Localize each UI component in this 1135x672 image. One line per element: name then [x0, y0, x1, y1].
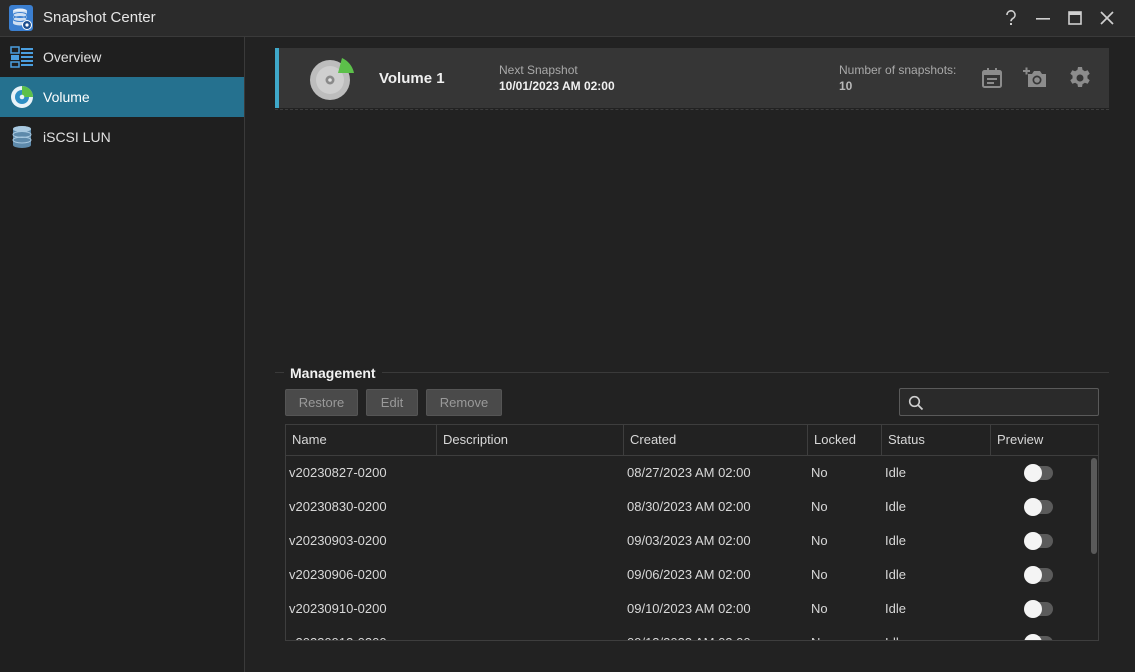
database-icon: [10, 125, 34, 149]
gear-icon: [1070, 67, 1090, 87]
preview-toggle[interactable]: [1024, 600, 1053, 618]
table-row[interactable]: v20230913-0200 09/13/2023 AM 02:00 No Id…: [286, 626, 1086, 640]
close-icon: [1100, 11, 1114, 25]
cell-status: Idle: [885, 499, 906, 514]
cell-status: Idle: [885, 533, 906, 548]
next-snapshot-value: 10/01/2023 AM 02:00: [499, 79, 615, 93]
column-header-status[interactable]: Status: [882, 425, 991, 455]
restore-button[interactable]: Restore: [285, 389, 358, 416]
disk-usage-icon: [309, 56, 355, 102]
card-separator: [275, 109, 1109, 110]
search-box[interactable]: [899, 388, 1099, 416]
preview-toggle[interactable]: [1024, 464, 1053, 482]
column-header-locked[interactable]: Locked: [808, 425, 882, 455]
column-header-description[interactable]: Description: [437, 425, 624, 455]
cell-locked: No: [811, 626, 828, 640]
minimize-button[interactable]: [1030, 6, 1056, 30]
preview-toggle[interactable]: [1024, 498, 1053, 516]
table-row[interactable]: v20230830-0200 08/30/2023 AM 02:00 No Id…: [286, 490, 1086, 524]
cell-created: 09/13/2023 AM 02:00: [627, 626, 751, 640]
sidebar-item-label: Overview: [43, 49, 102, 65]
cell-created: 09/03/2023 AM 02:00: [627, 533, 751, 548]
remove-button[interactable]: Remove: [426, 389, 502, 416]
cell-name: v20230913-0200: [289, 626, 387, 640]
search-icon: [908, 395, 924, 411]
take-snapshot-button[interactable]: [1023, 65, 1049, 91]
cell-created: 08/30/2023 AM 02:00: [627, 499, 751, 514]
table-row[interactable]: v20230827-0200 08/27/2023 AM 02:00 No Id…: [286, 456, 1086, 490]
cell-status: Idle: [885, 601, 906, 616]
help-button[interactable]: [998, 6, 1024, 30]
schedule-button[interactable]: [979, 65, 1005, 91]
calendar-icon: [982, 68, 1002, 88]
management-title: Management: [284, 365, 382, 381]
sidebar: Overview Volume iSCSI LUN: [0, 37, 245, 672]
title-bar: Snapshot Center: [0, 0, 1135, 37]
table-scrollbar[interactable]: [1089, 456, 1098, 640]
edit-button[interactable]: Edit: [366, 389, 418, 416]
cell-locked: No: [811, 499, 828, 514]
app-database-icon: [9, 5, 33, 31]
table-row[interactable]: v20230903-0200 09/03/2023 AM 02:00 No Id…: [286, 524, 1086, 558]
sidebar-item-volume[interactable]: Volume: [0, 77, 244, 117]
column-header-preview[interactable]: Preview: [991, 425, 1098, 455]
preview-toggle[interactable]: [1024, 532, 1053, 550]
settings-button[interactable]: [1067, 65, 1093, 91]
management-divider: [275, 372, 1109, 373]
sidebar-item-label: Volume: [43, 89, 90, 105]
app-title: Snapshot Center: [43, 9, 156, 26]
cell-status: Idle: [885, 567, 906, 582]
close-button[interactable]: [1094, 6, 1120, 30]
sidebar-item-overview[interactable]: Overview: [0, 37, 244, 77]
maximize-icon: [1068, 11, 1082, 25]
sidebar-item-iscsi-lun[interactable]: iSCSI LUN: [0, 117, 244, 157]
table-row[interactable]: v20230906-0200 09/06/2023 AM 02:00 No Id…: [286, 558, 1086, 592]
cell-created: 08/27/2023 AM 02:00: [627, 465, 751, 480]
next-snapshot-label: Next Snapshot: [499, 63, 578, 77]
column-header-created[interactable]: Created: [624, 425, 808, 455]
snapshot-table: Name Description Created Locked Status P…: [285, 424, 1099, 641]
cell-status: Idle: [885, 626, 906, 640]
table-header: Name Description Created Locked Status P…: [286, 425, 1098, 456]
cell-locked: No: [811, 567, 828, 582]
volume-icon: [10, 85, 34, 109]
sidebar-item-label: iSCSI LUN: [43, 129, 111, 145]
overview-icon: [10, 45, 34, 69]
snapshot-count-label: Number of snapshots:: [839, 63, 957, 77]
volume-card[interactable]: Volume 1 Next Snapshot 10/01/2023 AM 02:…: [275, 48, 1109, 108]
cell-locked: No: [811, 465, 828, 480]
table-row[interactable]: v20230910-0200 09/10/2023 AM 02:00 No Id…: [286, 592, 1086, 626]
cell-name: v20230903-0200: [289, 533, 387, 548]
preview-toggle[interactable]: [1024, 634, 1053, 640]
cell-name: v20230827-0200: [289, 465, 387, 480]
camera-add-icon: [1023, 67, 1046, 87]
cell-locked: No: [811, 533, 828, 548]
cell-name: v20230830-0200: [289, 499, 387, 514]
cell-created: 09/06/2023 AM 02:00: [627, 567, 751, 582]
help-icon: [1006, 10, 1016, 25]
scrollbar-thumb[interactable]: [1091, 458, 1097, 554]
column-header-name[interactable]: Name: [286, 425, 437, 455]
snapshot-count-value: 10: [839, 79, 853, 93]
maximize-button[interactable]: [1062, 6, 1088, 30]
cell-status: Idle: [885, 465, 906, 480]
volume-name: Volume 1: [379, 70, 445, 87]
preview-toggle[interactable]: [1024, 566, 1053, 584]
cell-name: v20230906-0200: [289, 567, 387, 582]
cell-name: v20230910-0200: [289, 601, 387, 616]
cell-created: 09/10/2023 AM 02:00: [627, 601, 751, 616]
search-input[interactable]: [930, 392, 1090, 412]
minimize-icon: [1036, 18, 1050, 20]
cell-locked: No: [811, 601, 828, 616]
